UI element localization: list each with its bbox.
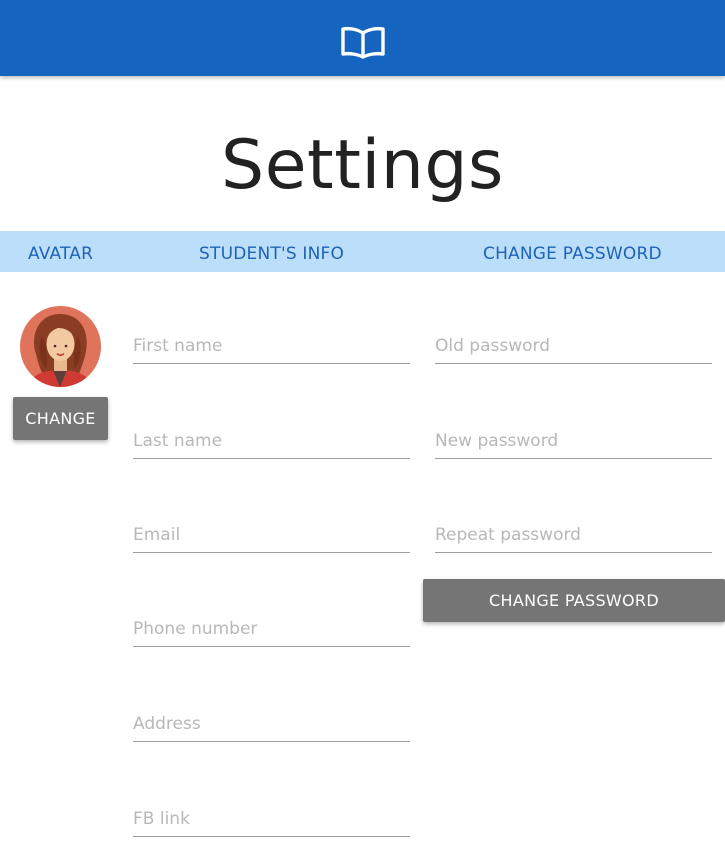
page-title: Settings (221, 126, 504, 205)
last-name-input[interactable] (133, 428, 410, 454)
change-password-button[interactable]: CHANGE PASSWORD (423, 579, 725, 622)
repeat-password-input[interactable] (435, 522, 712, 548)
tab-change-password[interactable]: CHANGE PASSWORD (483, 231, 662, 272)
new-password-field (435, 422, 712, 459)
phone-field (133, 610, 410, 647)
old-password-input[interactable] (435, 333, 712, 359)
repeat-password-field (435, 516, 712, 553)
address-field (133, 705, 410, 742)
change-avatar-button[interactable]: CHANGE (13, 397, 108, 440)
email-field (133, 516, 410, 553)
phone-input[interactable] (133, 616, 410, 642)
tab-avatar[interactable]: AVATAR (28, 231, 93, 272)
open-book-icon[interactable] (339, 25, 387, 61)
last-name-field (133, 422, 410, 459)
tab-students-info[interactable]: STUDENT'S INFO (199, 231, 344, 272)
address-input[interactable] (133, 711, 410, 737)
woman-avatar-icon (20, 306, 101, 387)
first-name-input[interactable] (133, 333, 410, 359)
fb-link-input[interactable] (133, 806, 410, 832)
fb-link-field (133, 800, 410, 837)
settings-tabs: AVATAR STUDENT'S INFO CHANGE PASSWORD (0, 231, 725, 272)
app-header (0, 0, 725, 76)
email-input[interactable] (133, 522, 410, 548)
old-password-field (435, 327, 712, 364)
first-name-field (133, 327, 410, 364)
new-password-input[interactable] (435, 428, 712, 454)
